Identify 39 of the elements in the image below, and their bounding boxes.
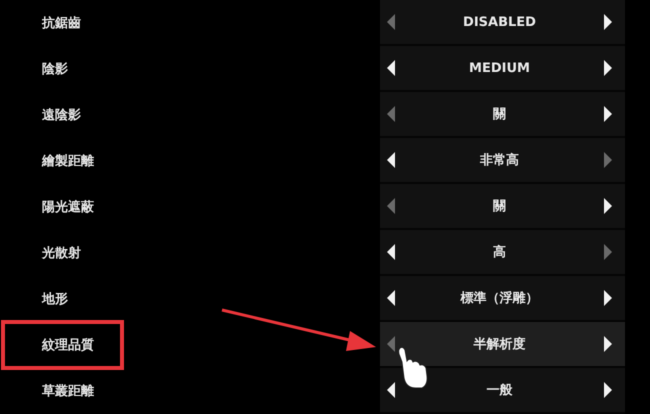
hand-cursor-icon xyxy=(398,346,428,388)
previous-button[interactable] xyxy=(386,59,396,77)
option-value: 關 xyxy=(492,198,507,215)
option-value: MEDIUM xyxy=(468,60,531,76)
option-selector[interactable]: 半解析度 xyxy=(380,322,625,368)
option-value: 標準（浮雕） xyxy=(459,290,540,307)
setting-label: 遠陰影 xyxy=(42,107,81,125)
option-selector[interactable]: DISABLED xyxy=(380,0,625,46)
previous-button[interactable] xyxy=(386,381,396,399)
setting-label: 陽光遮蔽 xyxy=(42,198,94,217)
option-selector[interactable]: MEDIUM xyxy=(380,46,625,92)
option-value: 高 xyxy=(492,244,507,261)
option-selector[interactable]: 標準（浮雕） xyxy=(380,276,625,322)
option-value: 一般 xyxy=(486,382,514,399)
setting-label: 光散射 xyxy=(42,245,81,263)
setting-label: 繪製距離 xyxy=(42,153,94,171)
next-button[interactable] xyxy=(603,335,613,353)
next-button[interactable] xyxy=(603,381,613,399)
option-value: DISABLED xyxy=(462,14,537,30)
option-selector[interactable]: 一般 xyxy=(380,368,625,414)
setting-label: 陰影 xyxy=(42,61,68,79)
next-button[interactable] xyxy=(603,13,613,31)
option-selector[interactable]: 非常高 xyxy=(380,138,625,184)
option-selector[interactable]: 關 xyxy=(380,184,625,230)
previous-button[interactable] xyxy=(386,243,396,261)
next-button[interactable] xyxy=(603,289,613,307)
previous-button[interactable] xyxy=(386,151,396,169)
setting-label: 草叢距離 xyxy=(42,383,94,401)
next-button[interactable] xyxy=(603,197,613,215)
option-selector[interactable]: 高 xyxy=(380,230,625,276)
next-button[interactable] xyxy=(603,59,613,77)
option-value: 非常高 xyxy=(479,152,520,169)
setting-label: 地形 xyxy=(42,291,68,309)
previous-button[interactable] xyxy=(386,289,396,307)
setting-label: 抗鋸齒 xyxy=(42,15,81,33)
option-value: 關 xyxy=(492,106,507,123)
next-button[interactable] xyxy=(603,105,613,123)
option-value: 半解析度 xyxy=(472,336,526,353)
option-selector[interactable]: 關 xyxy=(380,92,625,138)
